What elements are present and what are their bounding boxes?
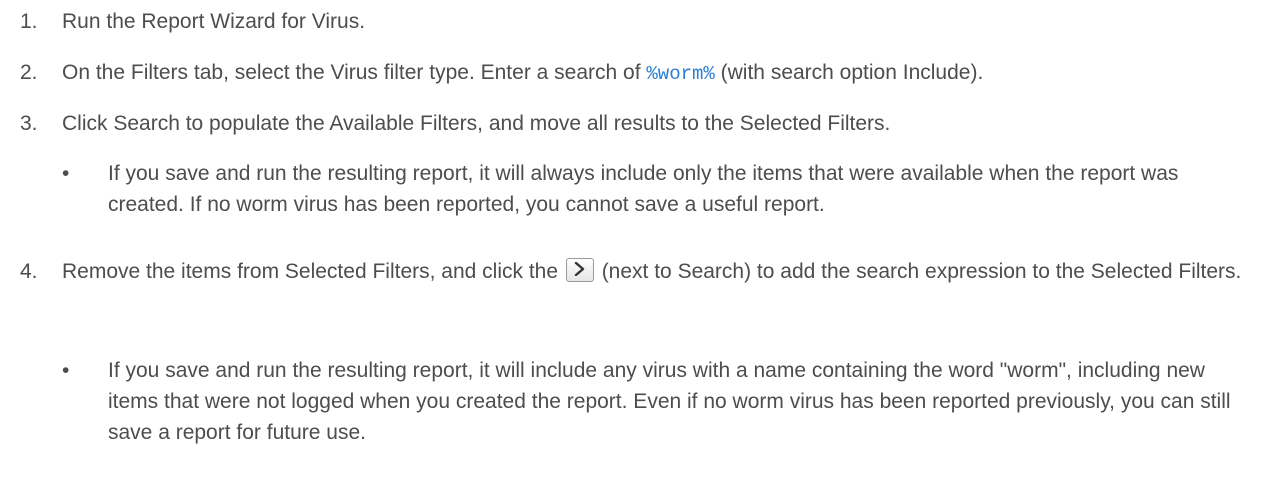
bullet-symbol: • — [62, 162, 70, 185]
step-2: 2. On the Filters tab, select the Virus … — [20, 57, 1256, 90]
step-number: 2. — [20, 61, 38, 84]
step-number: 3. — [20, 112, 38, 135]
step-text-after: (with search option Include). — [714, 61, 984, 84]
step-4: 4. Remove the items from Selected Filter… — [20, 256, 1256, 287]
note-text: If you save and run the resulting report… — [108, 359, 1231, 444]
step-number: 1. — [20, 10, 38, 33]
step-3: 3. Click Search to populate the Availabl… — [20, 108, 1256, 139]
step-text-before: On the Filters tab, select the Virus fil… — [62, 61, 647, 84]
note-text: If you save and run the resulting report… — [108, 162, 1179, 216]
instruction-list: 1. Run the Report Wizard for Virus. 2. O… — [0, 0, 1266, 482]
bullet-symbol: • — [62, 359, 70, 382]
step-text: Click Search to populate the Available F… — [62, 112, 891, 135]
step-text: On the Filters tab, select the Virus fil… — [62, 57, 1256, 90]
chevron-right-icon — [565, 258, 594, 282]
step-text-after: (next to Search) to add the search expre… — [595, 260, 1242, 283]
search-expression-code: %worm% — [646, 63, 715, 85]
step-1: 1. Run the Report Wizard for Virus. — [20, 6, 1256, 37]
step-text-before: Remove the items from Selected Filters, … — [62, 260, 564, 283]
step-4-note: • If you save and run the resulting repo… — [62, 355, 1256, 448]
step-number: 4. — [20, 260, 38, 283]
step-text: Run the Report Wizard for Virus. — [62, 10, 366, 33]
step-3-note: • If you save and run the resulting repo… — [62, 158, 1256, 220]
step-text: Remove the items from Selected Filters, … — [62, 256, 1256, 287]
